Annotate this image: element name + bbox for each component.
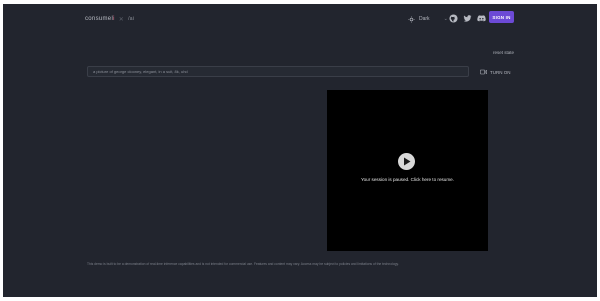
brand-logo[interactable]: consumeli ✕ /ai xyxy=(85,13,134,25)
prompt-input[interactable]: a picture of george clooney, elegant, in… xyxy=(87,66,469,77)
play-button[interactable] xyxy=(398,153,415,170)
disclaimer-text: This demo is built to be a demonstration… xyxy=(87,262,399,266)
brand-name-accent: i xyxy=(113,16,115,22)
twitter-icon[interactable] xyxy=(463,14,472,23)
camera-icon xyxy=(480,69,487,75)
discord-icon[interactable] xyxy=(477,14,486,23)
camera-toggle-label: TURN ON xyxy=(490,69,511,75)
play-icon xyxy=(404,157,411,166)
theme-select[interactable]: Dark ⌄ xyxy=(408,13,448,25)
brand-subtitle: /ai xyxy=(128,16,135,22)
theme-label: Dark xyxy=(419,16,430,22)
brand-name: consumeli xyxy=(85,16,115,22)
github-icon[interactable] xyxy=(449,14,458,23)
social-links xyxy=(449,14,486,23)
brand-name-prefix: consumel xyxy=(85,16,114,22)
screenshot-frame: consumeli ✕ /ai Dark ⌄ SIGN IN reset sta… xyxy=(0,0,600,301)
sun-icon xyxy=(408,15,415,23)
video-panel[interactable]: Your session is paused. Click here to re… xyxy=(327,90,488,251)
session-paused-message[interactable]: Your session is paused. Click here to re… xyxy=(327,177,488,182)
camera-toggle-button[interactable]: TURN ON xyxy=(480,67,511,77)
chevron-down-icon: ⌄ xyxy=(443,16,448,22)
brand-separator: ✕ xyxy=(118,16,125,23)
app-window: consumeli ✕ /ai Dark ⌄ SIGN IN reset sta… xyxy=(3,4,597,297)
reset-state-link[interactable]: reset state xyxy=(493,50,514,55)
sign-in-button[interactable]: SIGN IN xyxy=(489,11,514,23)
